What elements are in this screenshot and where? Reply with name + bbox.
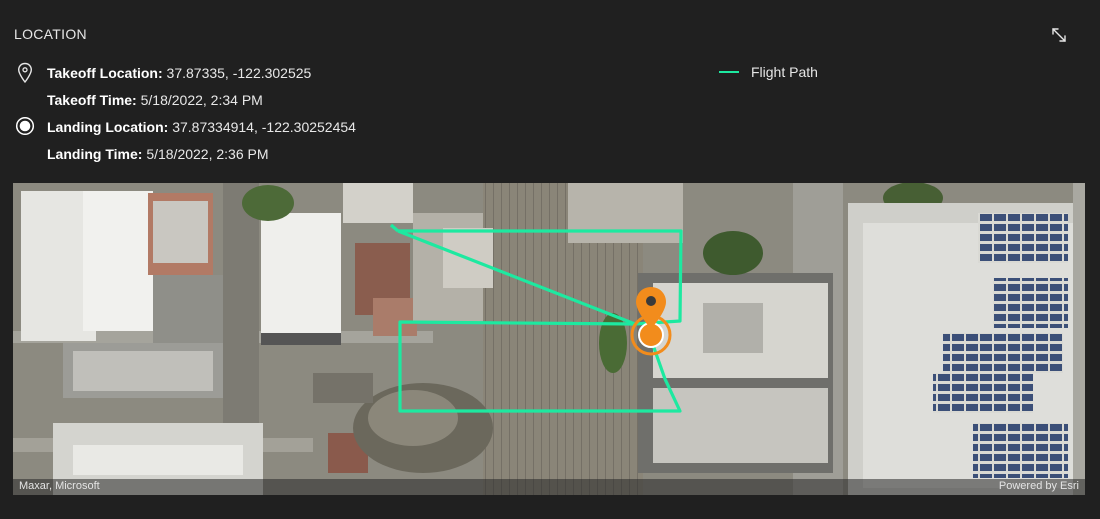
takeoff-location: Takeoff Location: 37.87335, -122.302525 bbox=[47, 65, 311, 81]
takeoff-time-value: 5/18/2022, 2:34 PM bbox=[140, 92, 263, 108]
esri-credit[interactable]: Powered by Esri bbox=[999, 480, 1079, 492]
panel-title: LOCATION bbox=[14, 26, 87, 42]
expand-diagonal-icon bbox=[1052, 28, 1066, 42]
landing-location: Landing Location: 37.87334914, -122.3025… bbox=[47, 119, 356, 135]
map-legend: Flight Path bbox=[719, 64, 818, 80]
legend-label: Flight Path bbox=[751, 64, 818, 80]
takeoff-location-value: 37.87335, -122.302525 bbox=[166, 65, 312, 81]
landing-location-label: Landing Location: bbox=[47, 119, 169, 135]
map-attribution: Maxar, Microsoft bbox=[19, 480, 100, 492]
landing-time: Landing Time: 5/18/2022, 2:36 PM bbox=[47, 146, 269, 162]
flight-path-swatch bbox=[719, 71, 739, 73]
satellite-map[interactable]: Maxar, Microsoft Powered by Esri bbox=[13, 183, 1085, 495]
expand-button[interactable] bbox=[1046, 22, 1072, 48]
takeoff-location-label: Takeoff Location: bbox=[47, 65, 163, 81]
map-pin-outline-icon bbox=[14, 62, 36, 84]
landing-time-label: Landing Time: bbox=[47, 146, 143, 162]
landing-location-value: 37.87334914, -122.30252454 bbox=[172, 119, 356, 135]
takeoff-time: Takeoff Time: 5/18/2022, 2:34 PM bbox=[47, 92, 263, 108]
takeoff-time-label: Takeoff Time: bbox=[47, 92, 137, 108]
takeoff-marker-pin-icon[interactable] bbox=[13, 183, 1085, 495]
map-attribution-bar: Maxar, Microsoft Powered by Esri bbox=[13, 479, 1085, 495]
radio-target-icon bbox=[14, 115, 36, 137]
landing-time-value: 5/18/2022, 2:36 PM bbox=[146, 146, 269, 162]
location-panel: LOCATION Takeoff Location: 37.87335, -12… bbox=[0, 0, 1100, 519]
